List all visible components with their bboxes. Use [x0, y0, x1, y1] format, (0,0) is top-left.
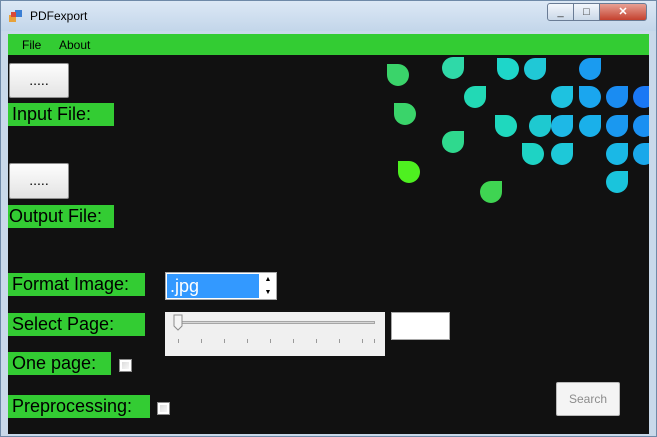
- window-title: PDFexport: [30, 9, 88, 23]
- menu-about[interactable]: About: [59, 38, 90, 52]
- title-bar[interactable]: PDFexport _ □ ✕: [1, 1, 656, 31]
- input-browse-button[interactable]: .....: [9, 63, 69, 98]
- page-number-field[interactable]: [391, 312, 450, 340]
- menu-file[interactable]: File: [22, 38, 41, 52]
- format-image-label: Format Image:: [8, 273, 145, 296]
- preprocessing-label: Preprocessing:: [8, 395, 150, 418]
- slider-tick: [247, 339, 248, 343]
- maximize-button[interactable]: □: [573, 3, 600, 21]
- output-file-label: Output File:: [8, 205, 114, 228]
- slider-tick: [316, 339, 317, 343]
- slider-tick: [339, 339, 340, 343]
- slider-tick: [178, 339, 179, 343]
- page-slider[interactable]: [165, 312, 385, 356]
- select-page-label: Select Page:: [8, 313, 145, 336]
- slider-track: [175, 321, 375, 324]
- close-icon: ✕: [618, 6, 628, 18]
- close-button[interactable]: ✕: [599, 3, 647, 21]
- slider-thumb-icon[interactable]: [173, 314, 183, 331]
- maximize-icon: □: [583, 6, 590, 18]
- spinner-buttons: ▲ ▼: [260, 273, 276, 299]
- slider-tick: [224, 339, 225, 343]
- app-icon: [9, 10, 22, 22]
- slider-tick: [270, 339, 271, 343]
- slider-tick: [374, 339, 375, 343]
- spinner-down-arrow-icon[interactable]: ▼: [260, 286, 276, 299]
- minimize-button[interactable]: _: [547, 3, 574, 21]
- one-page-label: One page:: [8, 352, 111, 375]
- slider-tick: [293, 339, 294, 343]
- one-page-checkbox[interactable]: [119, 359, 132, 372]
- input-file-label: Input File:: [8, 103, 114, 126]
- spinner-up-arrow-icon[interactable]: ▲: [260, 273, 276, 286]
- format-image-spinner[interactable]: .jpg ▲ ▼: [165, 272, 277, 300]
- menu-bar: File About: [8, 34, 649, 55]
- slider-tick: [362, 339, 363, 343]
- client-area: File About ..... Input File: ..... Outpu…: [8, 34, 649, 434]
- format-image-value[interactable]: .jpg: [167, 274, 259, 298]
- app-window: PDFexport _ □ ✕ File About ..... Input F…: [0, 0, 657, 437]
- slider-tick: [201, 339, 202, 343]
- minimize-icon: _: [557, 6, 564, 18]
- search-button[interactable]: Search: [556, 382, 620, 416]
- output-browse-button[interactable]: .....: [9, 163, 69, 199]
- preprocessing-checkbox[interactable]: [157, 402, 170, 415]
- decorative-droplets-graphic: [387, 57, 649, 203]
